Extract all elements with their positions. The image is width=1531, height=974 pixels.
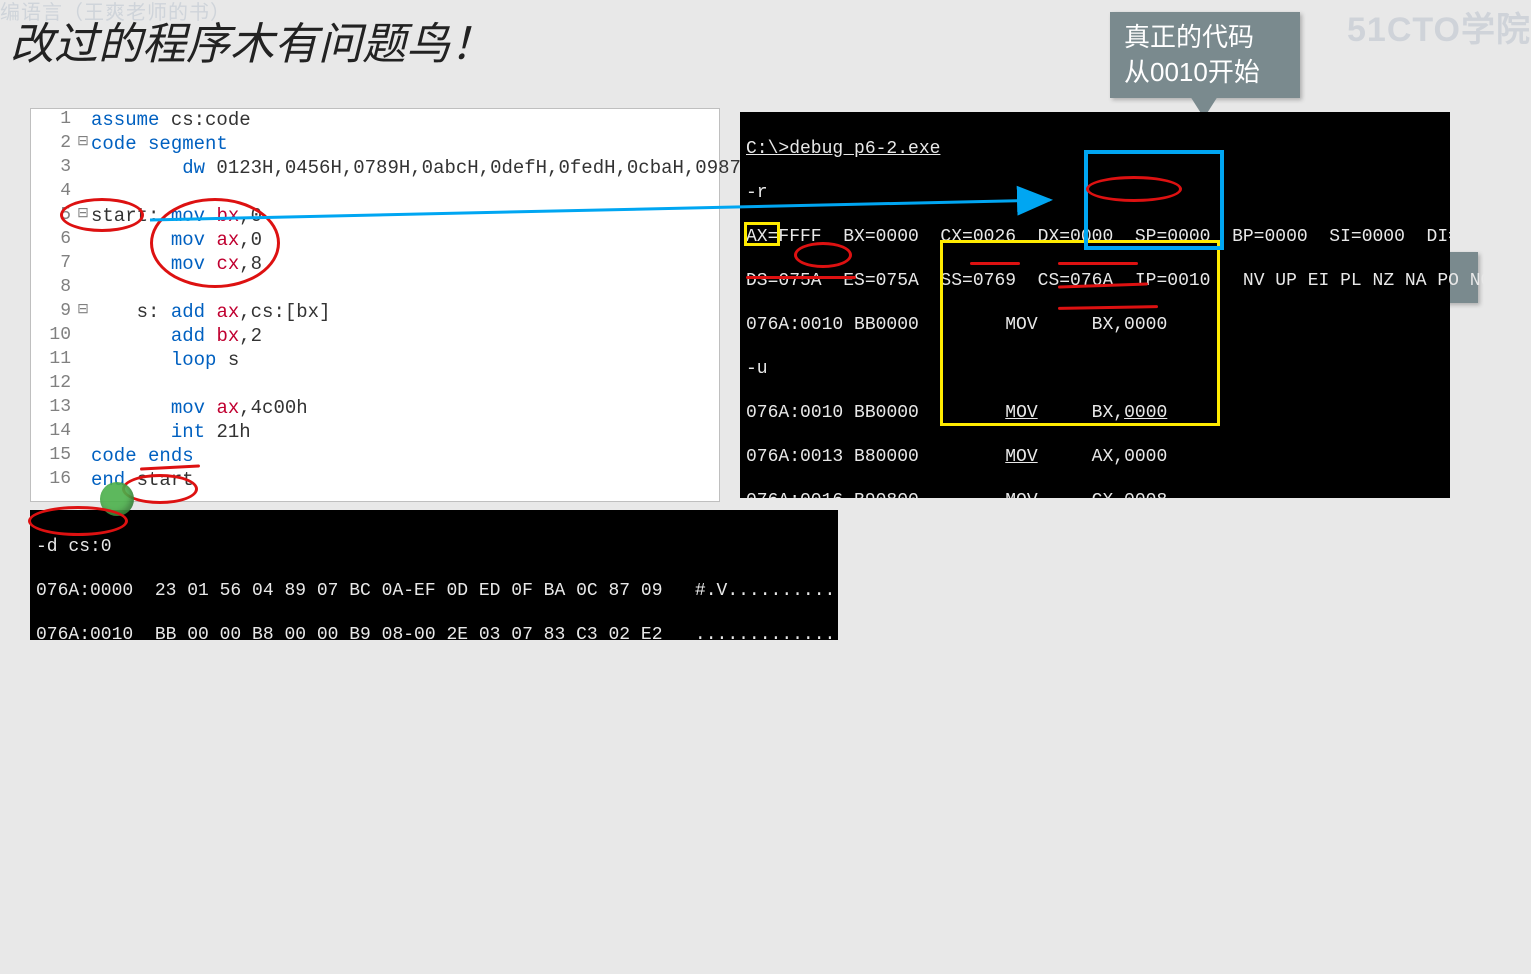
term-line: AX=FFFF BX=0000 CX=0026 DX=0000 SP=0000 … <box>746 226 1444 248</box>
watermark-logo: 51CTO学院 <box>1347 2 1531 51</box>
term-line: DS=075A ES=075A SS=0769 CS=076A IP=0010 … <box>746 270 1444 292</box>
code-editor: 1 assume cs:code 2⊟ code segment 3 dw 01… <box>30 108 720 502</box>
fold-icon[interactable]: ⊟ <box>75 301 91 318</box>
term-line: 076A:0040 00 83 D2 00 B9 04 00 83-D2 00 … <box>36 756 832 778</box>
line-number: 13 <box>31 397 75 417</box>
line-number: 8 <box>31 277 75 297</box>
term-line: -u <box>746 358 1444 380</box>
code-line: end start <box>91 469 194 491</box>
code-line: mov ax,0 <box>91 229 262 251</box>
page-title: 改过的程序木有问题鸟！ <box>10 8 494 72</box>
term-line: 076A:0026 E89F0E CALL 0EC8 <box>746 798 1444 820</box>
code-line: loop s <box>91 349 239 371</box>
hexdump-terminal: -d cs:0 076A:0000 23 01 56 04 89 07 BC 0… <box>30 510 838 640</box>
term-line: 076A:001F E2F8 LOOP 0019 <box>746 666 1444 688</box>
term-line: 076A:0029 83C404 ADD SP,+04 <box>746 842 1444 864</box>
line-number: 7 <box>31 253 75 273</box>
line-number: 11 <box>31 349 75 369</box>
term-line: 076A:0020 F8 B8 00 4C CD 21 E8 9F-0E 83 … <box>36 668 832 690</box>
term-line: 076A:0019 2E CS: <box>746 534 1444 556</box>
term-line: 076A:0024 CD21 INT 21 <box>746 754 1444 776</box>
term-line: 076A:002C 3DFFFF CMP AX,FFFF <box>746 886 1444 908</box>
line-number: 2 <box>31 133 75 153</box>
line-number: 3 <box>31 157 75 177</box>
callout-line2: 从0010开始 <box>1124 55 1286 90</box>
line-number: 12 <box>31 373 75 393</box>
fold-icon[interactable]: ⊟ <box>75 133 91 150</box>
term-line: 076A:0013 B80000 MOV AX,0000 <box>746 446 1444 468</box>
line-number: 5 <box>31 205 75 225</box>
term-line: 076A:0021 B8004C MOV AX,4C00 <box>746 710 1444 732</box>
line-number: 6 <box>31 229 75 249</box>
term-line: -r <box>746 182 1444 204</box>
code-line: assume cs:code <box>91 109 251 131</box>
callout-line1: 真正的代码 <box>1124 20 1286 55</box>
code-line: start: mov bx,0 <box>91 205 262 227</box>
term-line: C:\>debug p6-2.exe <box>746 138 1444 160</box>
callout-real-code: 真正的代码 从0010开始 <box>1110 12 1300 98</box>
term-line: 076A:0010 BB0000 MOV BX,0000 <box>746 402 1444 424</box>
line-number: 10 <box>31 325 75 345</box>
code-line: int 21h <box>91 421 251 443</box>
fold-icon[interactable]: ⊟ <box>75 205 91 222</box>
term-line: 076A:002F 7403 JZ 0034 <box>746 930 1444 952</box>
code-line: s: add ax,cs:[bx] <box>91 301 330 323</box>
code-line: dw 0123H,0456H,0789H,0abcH,0defH,0fedH,0… <box>91 157 752 179</box>
line-number: 15 <box>31 445 75 465</box>
debug-terminal: C:\>debug p6-2.exe -r AX=FFFF BX=0000 CX… <box>740 112 1450 498</box>
term-line: 076A:0010 BB 00 00 B8 00 00 B9 08-00 2E … <box>36 624 832 646</box>
line-number: 14 <box>31 421 75 441</box>
line-number: 9 <box>31 301 75 321</box>
term-line: -d cs:0 <box>36 536 832 558</box>
term-line: 076A:0000 23 01 56 04 89 07 BC 0A-EF 0D … <box>36 580 832 602</box>
line-number: 4 <box>31 181 75 201</box>
code-line: add bx,2 <box>91 325 262 347</box>
line-number: 16 <box>31 469 75 489</box>
line-number: 1 <box>31 109 75 129</box>
term-line: 076A:0010 BB0000 MOV BX,0000 <box>746 314 1444 336</box>
code-line: code segment <box>91 133 228 155</box>
code-line: mov ax,4c00h <box>91 397 308 419</box>
code-line: mov cx,8 <box>91 253 262 275</box>
code-line: code ends <box>91 445 194 467</box>
term-line: 076A:0016 B90800 MOV CX,0008 <box>746 490 1444 512</box>
term-line: 076A:0030 03 E9 11 01 B8 2F 00 50-8B 46 … <box>36 712 832 734</box>
